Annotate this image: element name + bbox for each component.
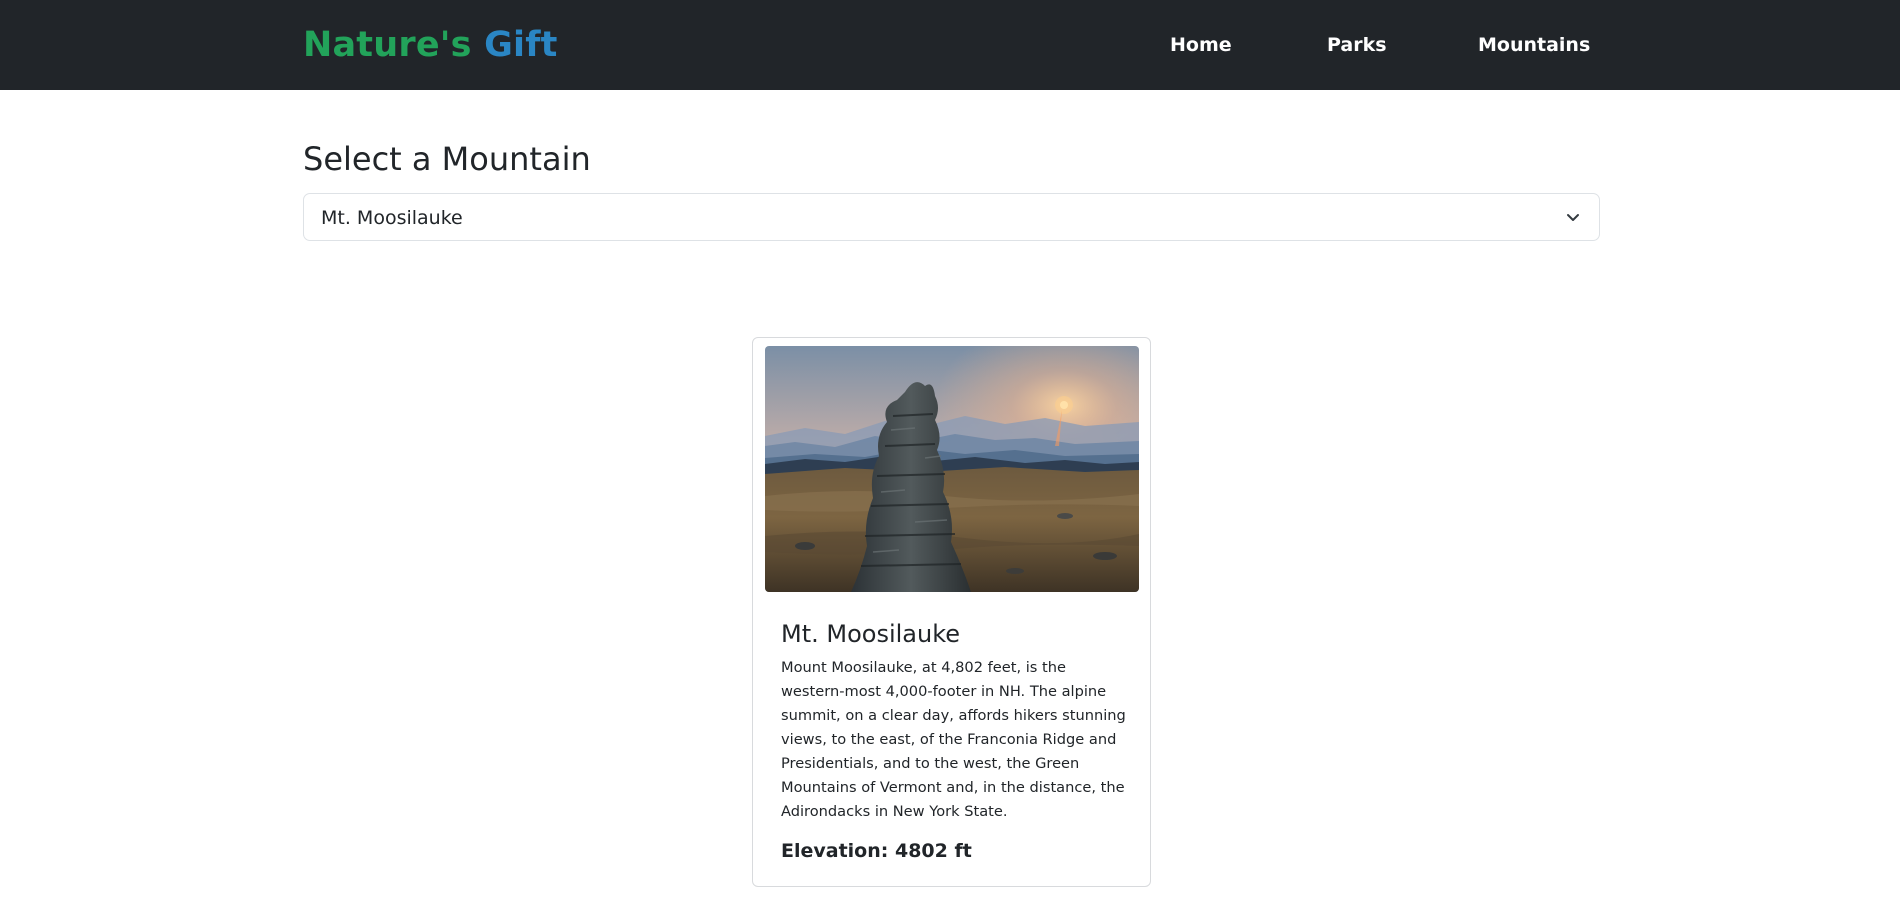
navbar: Nature's Gift Home Parks Mountains	[0, 0, 1900, 90]
nav-link-home[interactable]: Home	[1170, 32, 1232, 58]
chevron-down-icon	[1567, 214, 1579, 221]
nav-link-mountains[interactable]: Mountains	[1478, 32, 1590, 58]
summit-cairn-sunset-image	[765, 346, 1139, 592]
mountain-card: Mt. Moosilauke Mount Moosilauke, at 4,80…	[752, 337, 1151, 887]
nav-link-parks[interactable]: Parks	[1327, 32, 1387, 58]
card-title: Mt. Moosilauke	[781, 620, 961, 648]
mountain-select-value: Mt. Moosilauke	[321, 207, 463, 229]
nav-links: Home Parks Mountains	[0, 0, 1900, 90]
card-description: Mount Moosilauke, at 4,802 feet, is the …	[781, 659, 1126, 820]
mountain-photo	[765, 346, 1139, 592]
mountain-select[interactable]: Mt. Moosilauke	[303, 193, 1600, 241]
page-title: Select a Mountain	[303, 140, 591, 178]
card-elevation: Elevation: 4802 ft	[781, 840, 972, 862]
